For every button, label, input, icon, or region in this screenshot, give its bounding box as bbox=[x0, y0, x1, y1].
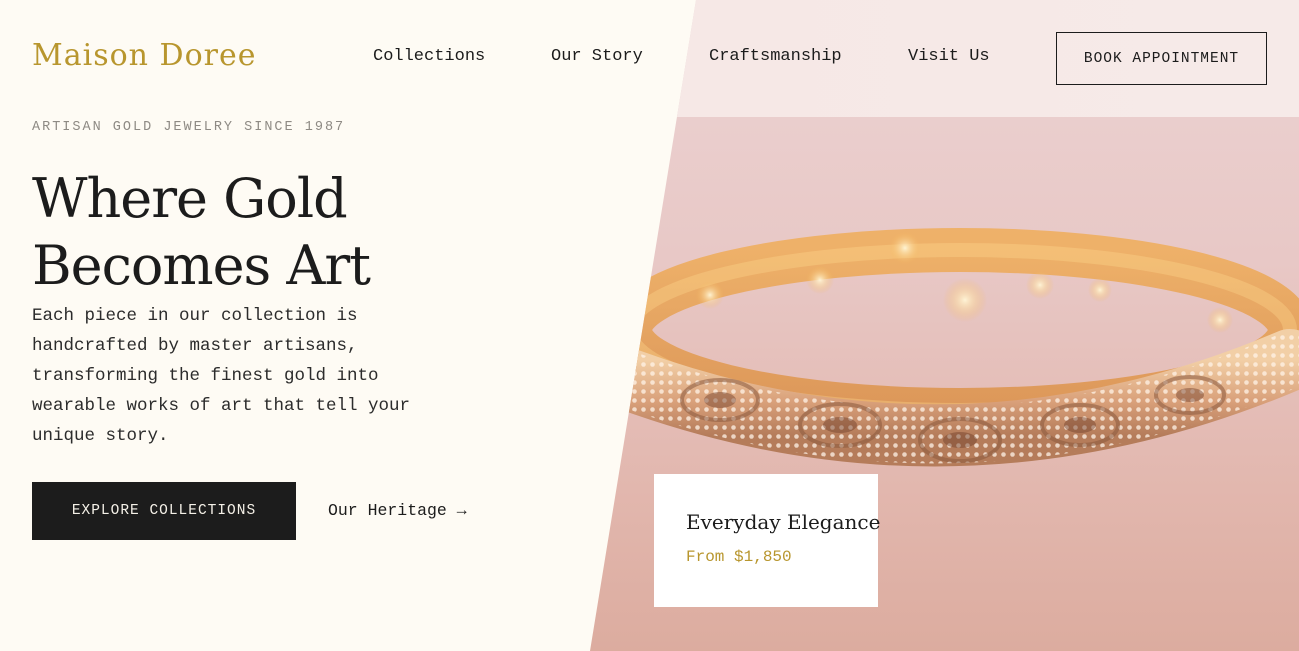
nav-link-craftsmanship[interactable]: Craftsmanship bbox=[709, 47, 842, 66]
brand-logo[interactable]: Maison Doree bbox=[32, 38, 256, 73]
nav-link-our-story[interactable]: Our Story bbox=[551, 47, 643, 66]
product-card-title: Everyday Elegance bbox=[686, 510, 881, 534]
product-card[interactable]: Everyday Elegance From $1,850 bbox=[654, 474, 881, 607]
hero-eyebrow: ARTISAN GOLD JEWELRY SINCE 1987 bbox=[32, 120, 346, 135]
hero-headline-line1: Where Gold bbox=[32, 167, 348, 230]
our-heritage-link[interactable]: Our Heritage → bbox=[328, 501, 467, 520]
explore-collections-button[interactable]: EXPLORE COLLECTIONS bbox=[32, 482, 296, 540]
book-appointment-button[interactable]: BOOK APPOINTMENT bbox=[1056, 32, 1267, 85]
nav-link-visit-us[interactable]: Visit Us bbox=[908, 47, 990, 66]
hero-headline: Where Gold Becomes Art bbox=[32, 165, 552, 299]
hero-headline-line2: Becomes Art bbox=[32, 234, 371, 297]
hero-description: Each piece in our collection is handcraf… bbox=[32, 306, 411, 446]
nav-link-collections[interactable]: Collections bbox=[373, 47, 485, 66]
product-card-price: From $1,850 bbox=[686, 548, 792, 566]
